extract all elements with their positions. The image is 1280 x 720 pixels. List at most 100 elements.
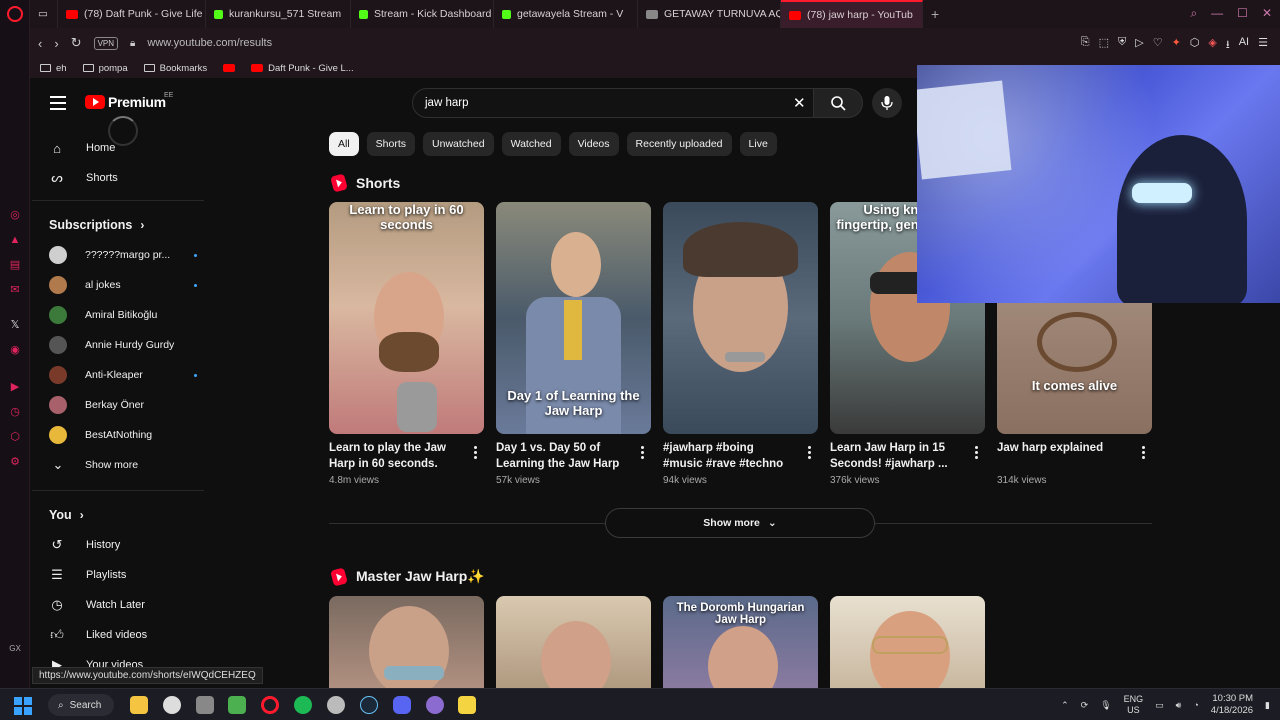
vpn-badge[interactable]: VPN bbox=[93, 36, 119, 50]
youtube-logo[interactable]: Premium bbox=[85, 94, 166, 110]
subscription-item[interactable]: Anti-Kleaper bbox=[49, 366, 197, 384]
you-header[interactable]: You › bbox=[49, 508, 84, 522]
notification-icon[interactable]: ▮ bbox=[1265, 700, 1270, 711]
more-options-icon[interactable] bbox=[975, 446, 979, 461]
short-thumbnail[interactable] bbox=[496, 596, 651, 688]
short-card[interactable]: #jawharp #boing #music #rave #techno 94k… bbox=[663, 202, 818, 486]
play-icon[interactable]: ▷ bbox=[1135, 36, 1143, 55]
messenger-icon[interactable]: ✉ bbox=[8, 283, 22, 297]
back-icon[interactable]: ‹ bbox=[38, 36, 42, 51]
guide-menu-icon[interactable] bbox=[50, 96, 66, 114]
display-icon[interactable]: ▭ bbox=[1155, 700, 1164, 711]
file-explorer-icon[interactable] bbox=[130, 696, 148, 714]
reload-icon[interactable]: ↻ bbox=[71, 35, 82, 51]
chip-shorts[interactable]: Shorts bbox=[366, 132, 416, 156]
subscription-item[interactable]: al jokes bbox=[49, 276, 197, 294]
bookmark-folder[interactable]: pompa bbox=[82, 63, 128, 74]
microphone-icon[interactable]: 🎙︎ bbox=[1100, 700, 1111, 711]
minimize-icon[interactable]: — bbox=[1211, 6, 1223, 21]
chip-recently-uploaded[interactable]: Recently uploaded bbox=[626, 132, 732, 156]
spotify-icon[interactable] bbox=[294, 696, 312, 714]
adblock-icon[interactable]: ⛨ bbox=[1118, 36, 1126, 55]
sidebar-item-watch-later[interactable]: ◷ Watch Later bbox=[48, 595, 145, 615]
gx-icon[interactable]: GX bbox=[8, 642, 22, 656]
more-options-icon[interactable] bbox=[808, 446, 812, 461]
short-thumbnail[interactable]: Learn to play in 60 seconds bbox=[329, 202, 484, 434]
short-thumbnail[interactable]: Day 1 of Learning the Jaw Harp bbox=[496, 202, 651, 434]
tab[interactable]: getawayela Stream - V bbox=[494, 0, 638, 28]
subscription-item[interactable]: Annie Hurdy Gurdy bbox=[49, 336, 189, 354]
extension-2-icon[interactable]: ◈ bbox=[1208, 36, 1216, 55]
short-title[interactable]: Day 1 vs. Day 50 of Learning the Jaw Har… bbox=[496, 440, 621, 472]
lock-icon[interactable]: 🔒︎ bbox=[130, 38, 135, 49]
subscription-item[interactable]: Berkay Öner bbox=[49, 396, 189, 414]
short-card[interactable]: Day 1 of Learning the Jaw Harp Day 1 vs.… bbox=[496, 202, 651, 486]
short-thumbnail[interactable] bbox=[663, 202, 818, 434]
download-icon[interactable]: ⭳ bbox=[1226, 36, 1230, 55]
more-options-icon[interactable] bbox=[474, 446, 478, 461]
short-title[interactable]: Learn Jaw Harp in 15 Seconds! #jawharp .… bbox=[830, 440, 955, 472]
forward-icon[interactable]: › bbox=[54, 36, 58, 51]
settings-rail-icon[interactable]: ⚙ bbox=[8, 455, 22, 469]
music-icon[interactable]: ◉ bbox=[8, 343, 22, 357]
chatgpt-icon[interactable] bbox=[327, 696, 345, 714]
maximize-icon[interactable]: ☐ bbox=[1237, 6, 1248, 21]
opera-gx-icon[interactable] bbox=[261, 696, 279, 714]
app-icon[interactable] bbox=[458, 696, 476, 714]
snapshot-icon[interactable]: ⎘ bbox=[1081, 36, 1090, 55]
obs-icon[interactable] bbox=[163, 696, 181, 714]
close-icon[interactable]: ✕ bbox=[1262, 6, 1272, 21]
sidebar-item-home[interactable]: ⌂ Home bbox=[48, 138, 115, 158]
tab[interactable]: GETAWAY TURNUVA AQ bbox=[638, 0, 781, 28]
short-thumbnail[interactable]: The Doromb Hungarian Jaw Harp bbox=[663, 596, 818, 688]
chip-unwatched[interactable]: Unwatched bbox=[423, 132, 494, 156]
voice-search-button[interactable] bbox=[872, 88, 902, 118]
subscriptions-header[interactable]: Subscriptions › bbox=[49, 218, 144, 232]
tab-active[interactable]: (78) jaw harp - YouTub bbox=[781, 0, 923, 28]
chip-all[interactable]: All bbox=[329, 132, 359, 156]
subscription-item[interactable]: ??????margo pr... bbox=[49, 246, 197, 264]
steam-icon[interactable] bbox=[360, 696, 378, 714]
app-icon[interactable] bbox=[426, 696, 444, 714]
wifi-icon[interactable]: ◔ bbox=[1193, 700, 1198, 710]
tab[interactable]: kurankursu_571 Stream bbox=[206, 0, 351, 28]
short-card[interactable]: Learn to play in 60 seconds Learn to pla… bbox=[329, 202, 484, 486]
chip-live[interactable]: Live bbox=[739, 132, 777, 156]
short-thumbnail[interactable] bbox=[830, 596, 985, 688]
aria-icon[interactable]: ◎ bbox=[8, 208, 22, 222]
workspace-icon[interactable]: ▲ bbox=[8, 233, 22, 247]
sidebar-item-history[interactable]: ↺ History bbox=[48, 535, 121, 555]
opera-logo-icon[interactable] bbox=[7, 6, 23, 22]
windows-start-icon[interactable] bbox=[14, 697, 32, 715]
bookmark-folder[interactable]: Bookmarks bbox=[143, 63, 207, 74]
screenshot-icon[interactable]: ⬚ bbox=[1099, 36, 1109, 55]
show-more-shorts-button[interactable]: Show more ⌄ bbox=[605, 508, 875, 538]
search-input[interactable]: jaw harp bbox=[425, 97, 468, 109]
bookmark-folder[interactable]: eh bbox=[40, 63, 67, 74]
new-tab-button[interactable]: + bbox=[923, 6, 947, 22]
app-icon[interactable] bbox=[196, 696, 214, 714]
news-icon[interactable]: ▤ bbox=[8, 258, 22, 272]
clock[interactable]: 10:30 PM 4/18/2026 bbox=[1211, 693, 1253, 717]
menu-icon[interactable]: ☰ bbox=[1258, 36, 1268, 55]
short-thumbnail[interactable] bbox=[329, 596, 484, 688]
sidebar-item-liked[interactable]: 👍︎ Liked videos bbox=[48, 625, 147, 645]
search-button[interactable] bbox=[813, 88, 863, 118]
short-title[interactable]: #jawharp #boing #music #rave #techno bbox=[663, 440, 788, 472]
short-title[interactable]: Jaw harp explained bbox=[997, 440, 1122, 472]
more-options-icon[interactable] bbox=[641, 446, 645, 461]
volume-icon[interactable]: 🔊︎ bbox=[1176, 700, 1182, 711]
extension-icon[interactable]: ✦ bbox=[1172, 36, 1181, 55]
clear-search-icon[interactable]: ✕ bbox=[793, 94, 806, 112]
sidebar-item-shorts[interactable]: ᔕ Shorts bbox=[48, 168, 118, 188]
chip-videos[interactable]: Videos bbox=[568, 132, 619, 156]
x-icon[interactable]: 𝕏 bbox=[8, 318, 22, 332]
extensions-rail-icon[interactable]: ⬡ bbox=[8, 430, 22, 444]
tab[interactable]: (78) Daft Punk - Give Life bbox=[58, 0, 206, 28]
ai-icon[interactable]: AI bbox=[1239, 36, 1249, 55]
bookmark-link[interactable]: Daft Punk - Give L... bbox=[251, 63, 354, 74]
player-icon[interactable]: ▶ bbox=[8, 380, 22, 394]
short-title[interactable]: Learn to play the Jaw Harp in 60 seconds… bbox=[329, 440, 454, 472]
puzzle-icon[interactable]: ⬡ bbox=[1190, 36, 1200, 55]
sync-icon[interactable]: ⟳ bbox=[1081, 700, 1089, 711]
